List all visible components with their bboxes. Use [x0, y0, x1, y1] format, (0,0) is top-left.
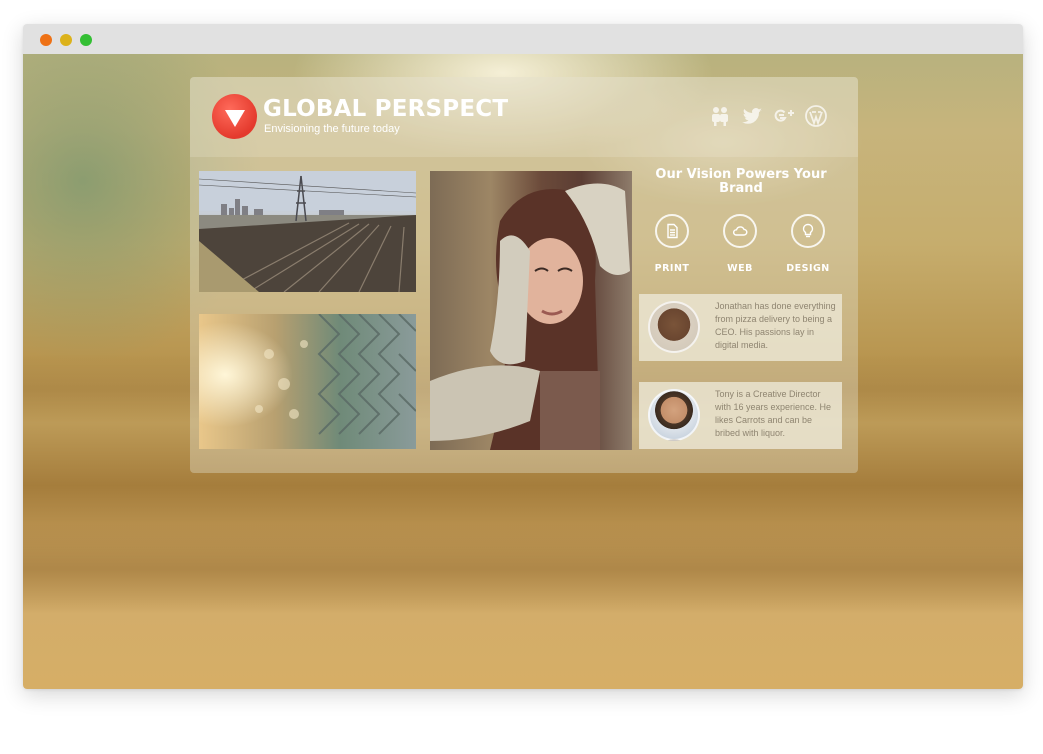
team-card: Tony is a Creative Director with 16 year… [639, 382, 842, 449]
service-label: WEB [727, 263, 753, 274]
chain-link-fence-illustration [255, 314, 416, 435]
site-header: GLOBAL PERSPECT Envisioning the future t… [190, 77, 858, 157]
document-icon [655, 214, 689, 248]
service-print[interactable]: PRINT [642, 214, 702, 274]
site-panel: GLOBAL PERSPECT Envisioning the future t… [190, 77, 858, 473]
minimize-window-button[interactable] [60, 34, 72, 46]
woman-portrait-illustration [430, 183, 630, 450]
users-icon[interactable] [708, 104, 732, 128]
logo[interactable] [212, 94, 257, 139]
twitter-icon[interactable] [740, 104, 764, 128]
page-background: GLOBAL PERSPECT Envisioning the future t… [23, 54, 1023, 689]
city-railyard-photo[interactable] [199, 171, 416, 292]
vision-heading: Our Vision Powers Your Brand [655, 167, 827, 196]
team-card: Jonathan has done everything from pizza … [639, 294, 842, 361]
avatar[interactable] [648, 301, 700, 353]
woman-portrait-photo[interactable] [430, 171, 632, 450]
cloud-icon [723, 214, 757, 248]
background-blur-band [23, 524, 1023, 614]
google-plus-icon[interactable] [772, 104, 796, 128]
service-label: DESIGN [786, 263, 830, 274]
logo-triangle-icon [225, 110, 245, 127]
chain-link-fence-photo[interactable] [199, 314, 416, 449]
browser-window: GLOBAL PERSPECT Envisioning the future t… [23, 24, 1023, 689]
service-web[interactable]: WEB [710, 214, 770, 274]
city-railyard-illustration [199, 171, 416, 292]
browser-titlebar [23, 24, 1023, 54]
site-tagline: Envisioning the future today [264, 123, 400, 135]
service-design[interactable]: DESIGN [778, 214, 838, 274]
team-bio: Jonathan has done everything from pizza … [715, 301, 836, 350]
team-bio: Tony is a Creative Director with 16 year… [715, 389, 832, 438]
wordpress-icon[interactable] [804, 104, 828, 128]
close-window-button[interactable] [40, 34, 52, 46]
service-label: PRINT [654, 263, 690, 274]
avatar[interactable] [648, 389, 700, 441]
maximize-window-button[interactable] [80, 34, 92, 46]
lightbulb-icon [791, 214, 825, 248]
site-brand-name[interactable]: GLOBAL PERSPECT [263, 96, 508, 122]
